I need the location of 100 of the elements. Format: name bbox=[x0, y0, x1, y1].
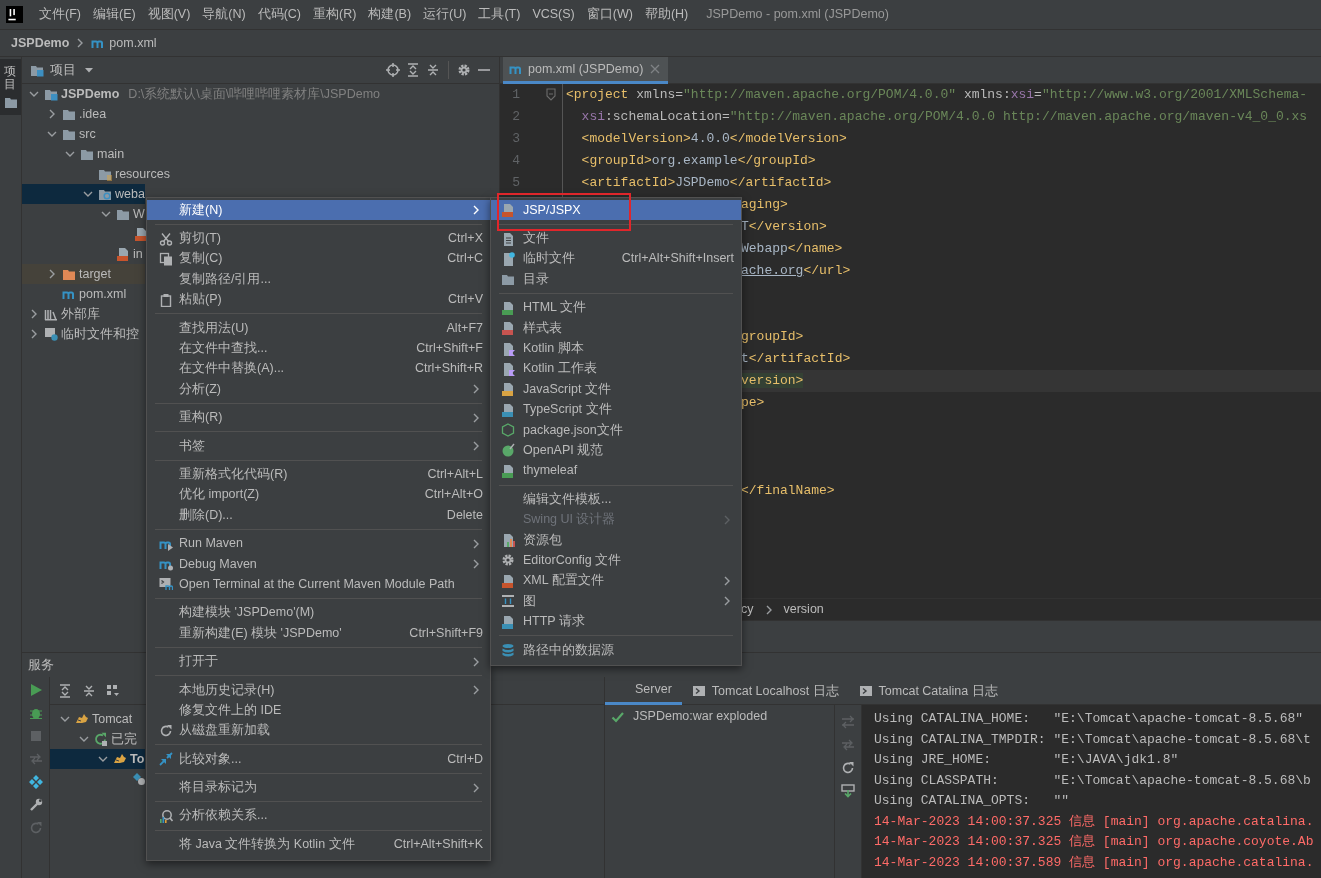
tab[interactable]: Tomcat Localhost 日志 bbox=[681, 677, 849, 705]
menu-item[interactable]: Kotlin 工作表 bbox=[491, 358, 741, 380]
editor-tab[interactable]: pom.xml (JSPDemo) bbox=[503, 57, 669, 84]
menu-item[interactable]: Run Maven bbox=[147, 533, 490, 554]
group-icon[interactable] bbox=[106, 683, 120, 698]
menu-item[interactable]: package.json文件 bbox=[491, 419, 741, 441]
tree-item[interactable]: Tomcat bbox=[50, 709, 133, 729]
expand-all-icon[interactable] bbox=[406, 63, 420, 77]
menu-title[interactable]: 重构(R) bbox=[307, 4, 363, 25]
menu-item[interactable]: 查找用法(U) Alt+F7 bbox=[147, 317, 490, 339]
breadcrumb-item[interactable]: version bbox=[783, 602, 824, 617]
collapse-all-icon[interactable] bbox=[426, 63, 440, 77]
tree-item[interactable]: target bbox=[22, 264, 145, 284]
breadcrumb-item[interactable]: cy bbox=[741, 602, 754, 617]
deployment-item[interactable]: JSPDemo:war exploded bbox=[611, 709, 828, 724]
menu-item[interactable]: 目录 bbox=[491, 269, 741, 290]
menu-item[interactable]: thymeleaf bbox=[491, 460, 741, 482]
menu-item[interactable]: 本地历史记录(H) bbox=[147, 679, 490, 701]
tree-item[interactable]: main bbox=[22, 144, 125, 164]
menu-item[interactable]: 重新构建(E) 模块 'JSPDemo' Ctrl+Shift+F9 bbox=[147, 623, 490, 644]
tree-item[interactable]: src bbox=[22, 124, 96, 144]
menu-title[interactable]: 文件(F) bbox=[33, 4, 87, 25]
menu-item[interactable]: 复制路径/引用... bbox=[147, 269, 490, 290]
menu-item[interactable]: 从磁盘重新加载 bbox=[147, 720, 490, 741]
tree-item[interactable]: 外部库 bbox=[22, 304, 100, 324]
menu-title[interactable]: 构建(B) bbox=[362, 4, 418, 25]
menu-item[interactable]: 编辑文件模板... bbox=[491, 489, 741, 510]
menu-title[interactable]: 编辑(E) bbox=[86, 4, 142, 25]
menu-item[interactable]: 书签 bbox=[147, 435, 490, 457]
tree-item[interactable]: JSPDemo D:\系统默认\桌面\哔哩哔哩素材库\JSPDemo bbox=[22, 84, 381, 104]
menu-item[interactable]: Debug Maven bbox=[147, 553, 490, 575]
menu-title[interactable]: 工具(T) bbox=[472, 4, 527, 25]
expand-all-icon[interactable] bbox=[58, 683, 72, 698]
settings-icon[interactable] bbox=[457, 63, 471, 77]
menu-item[interactable]: Open Terminal at the Current Maven Module Path bbox=[147, 574, 490, 595]
tree-item[interactable]: resources bbox=[22, 164, 170, 184]
collapse-all-icon[interactable] bbox=[82, 683, 96, 698]
menu-item[interactable]: 图 bbox=[491, 591, 741, 612]
menu-title[interactable]: 视图(V) bbox=[141, 4, 197, 25]
menu-item[interactable]: 在文件中替换(A)... Ctrl+Shift+R bbox=[147, 358, 490, 380]
menu-item[interactable]: OpenAPI 规范 bbox=[491, 440, 741, 461]
tab[interactable]: Server bbox=[605, 677, 682, 705]
run-icon[interactable] bbox=[28, 683, 43, 697]
menu-item[interactable]: 将目录标记为 bbox=[147, 777, 490, 798]
tree-item[interactable]: pom.xml bbox=[22, 284, 127, 304]
menu-item[interactable]: 删除(D)... Delete bbox=[147, 505, 490, 526]
menu-item[interactable]: JavaScript 文件 bbox=[491, 379, 741, 400]
log-icon bbox=[858, 684, 873, 698]
item-label: resources bbox=[115, 166, 170, 182]
menu-item[interactable]: 样式表 bbox=[491, 317, 741, 339]
menu-item[interactable]: 打开于 bbox=[147, 651, 490, 672]
menu-item[interactable]: 新建(N) bbox=[147, 200, 490, 221]
menu-title[interactable]: 代码(C) bbox=[251, 4, 308, 25]
tree-item[interactable]: 临时文件和控 bbox=[22, 324, 139, 344]
menu-item[interactable]: 粘贴(P) Ctrl+V bbox=[147, 289, 490, 310]
menu-item[interactable]: 剪切(T) Ctrl+X bbox=[147, 228, 490, 249]
tree-item[interactable]: W bbox=[22, 204, 145, 224]
tree-item[interactable]: To bbox=[50, 749, 145, 769]
menu-item[interactable]: 资源包 bbox=[491, 529, 741, 551]
menu-item[interactable]: HTTP 请求 bbox=[491, 611, 741, 632]
fold-icon[interactable] bbox=[544, 88, 558, 102]
breadcrumb-item[interactable]: JSPDemo bbox=[11, 35, 70, 51]
menu-item[interactable]: 构建模块 'JSPDemo'(M) bbox=[147, 602, 490, 624]
menu-item[interactable]: HTML 文件 bbox=[491, 297, 741, 318]
menu-item[interactable]: EditorConfig 文件 bbox=[491, 550, 741, 571]
menu-item[interactable]: 临时文件 Ctrl+Alt+Shift+Insert bbox=[491, 248, 741, 270]
breadcrumb-item[interactable]: pom.xml bbox=[109, 35, 157, 51]
menu-title[interactable]: 帮助(H) bbox=[638, 4, 695, 25]
menu-item[interactable]: JSP/JSPX bbox=[491, 200, 741, 221]
menu-title[interactable]: 运行(U) bbox=[417, 4, 473, 25]
wrench-icon[interactable] bbox=[28, 798, 43, 812]
tree-item[interactable]: 已完 bbox=[50, 729, 137, 749]
menu-item[interactable]: 重新格式化代码(R) Ctrl+Alt+L bbox=[147, 464, 490, 485]
tree-item[interactable]: .idea bbox=[22, 104, 107, 124]
menu-item[interactable]: 将 Java 文件转换为 Kotlin 文件 Ctrl+Alt+Shift+K bbox=[147, 834, 490, 855]
tree-item[interactable]: weba bbox=[22, 184, 145, 204]
layout-icon[interactable] bbox=[28, 775, 43, 789]
menu-item[interactable]: 文件 bbox=[491, 228, 741, 249]
tool-window-tab[interactable]: 项目 bbox=[0, 59, 21, 116]
menu-item[interactable]: 分析依赖关系... bbox=[147, 805, 490, 827]
menu-item[interactable]: 路径中的数据源 bbox=[491, 639, 741, 661]
menu-item[interactable]: 重构(R) bbox=[147, 407, 490, 428]
menu-item[interactable]: 优化 import(Z) Ctrl+Alt+O bbox=[147, 484, 490, 506]
scroll-to-end-icon[interactable] bbox=[841, 784, 855, 798]
bug-icon[interactable] bbox=[28, 706, 43, 720]
menu-item[interactable]: 复制(C) Ctrl+C bbox=[147, 248, 490, 270]
menu-item[interactable]: 比较对象... Ctrl+D bbox=[147, 749, 490, 770]
menu-title[interactable]: VCS(S) bbox=[526, 4, 581, 25]
locate-icon[interactable] bbox=[386, 63, 400, 77]
menu-item[interactable]: 分析(Z) bbox=[147, 379, 490, 400]
menu-item[interactable]: XML 配置文件 bbox=[491, 570, 741, 592]
tree-item[interactable]: in bbox=[22, 244, 143, 264]
menu-item[interactable]: 在文件中查找... Ctrl+Shift+F bbox=[147, 338, 490, 359]
menu-title[interactable]: 导航(N) bbox=[196, 4, 252, 25]
tab[interactable]: Tomcat Catalina 日志 bbox=[848, 677, 1008, 705]
menu-item[interactable]: Kotlin 脚本 bbox=[491, 338, 741, 359]
menu-item[interactable]: 修复文件上的 IDE bbox=[147, 700, 490, 721]
menu-title[interactable]: 窗口(W) bbox=[580, 4, 639, 25]
refresh-icon[interactable] bbox=[841, 761, 855, 775]
menu-item[interactable]: TypeScript 文件 bbox=[491, 399, 741, 420]
